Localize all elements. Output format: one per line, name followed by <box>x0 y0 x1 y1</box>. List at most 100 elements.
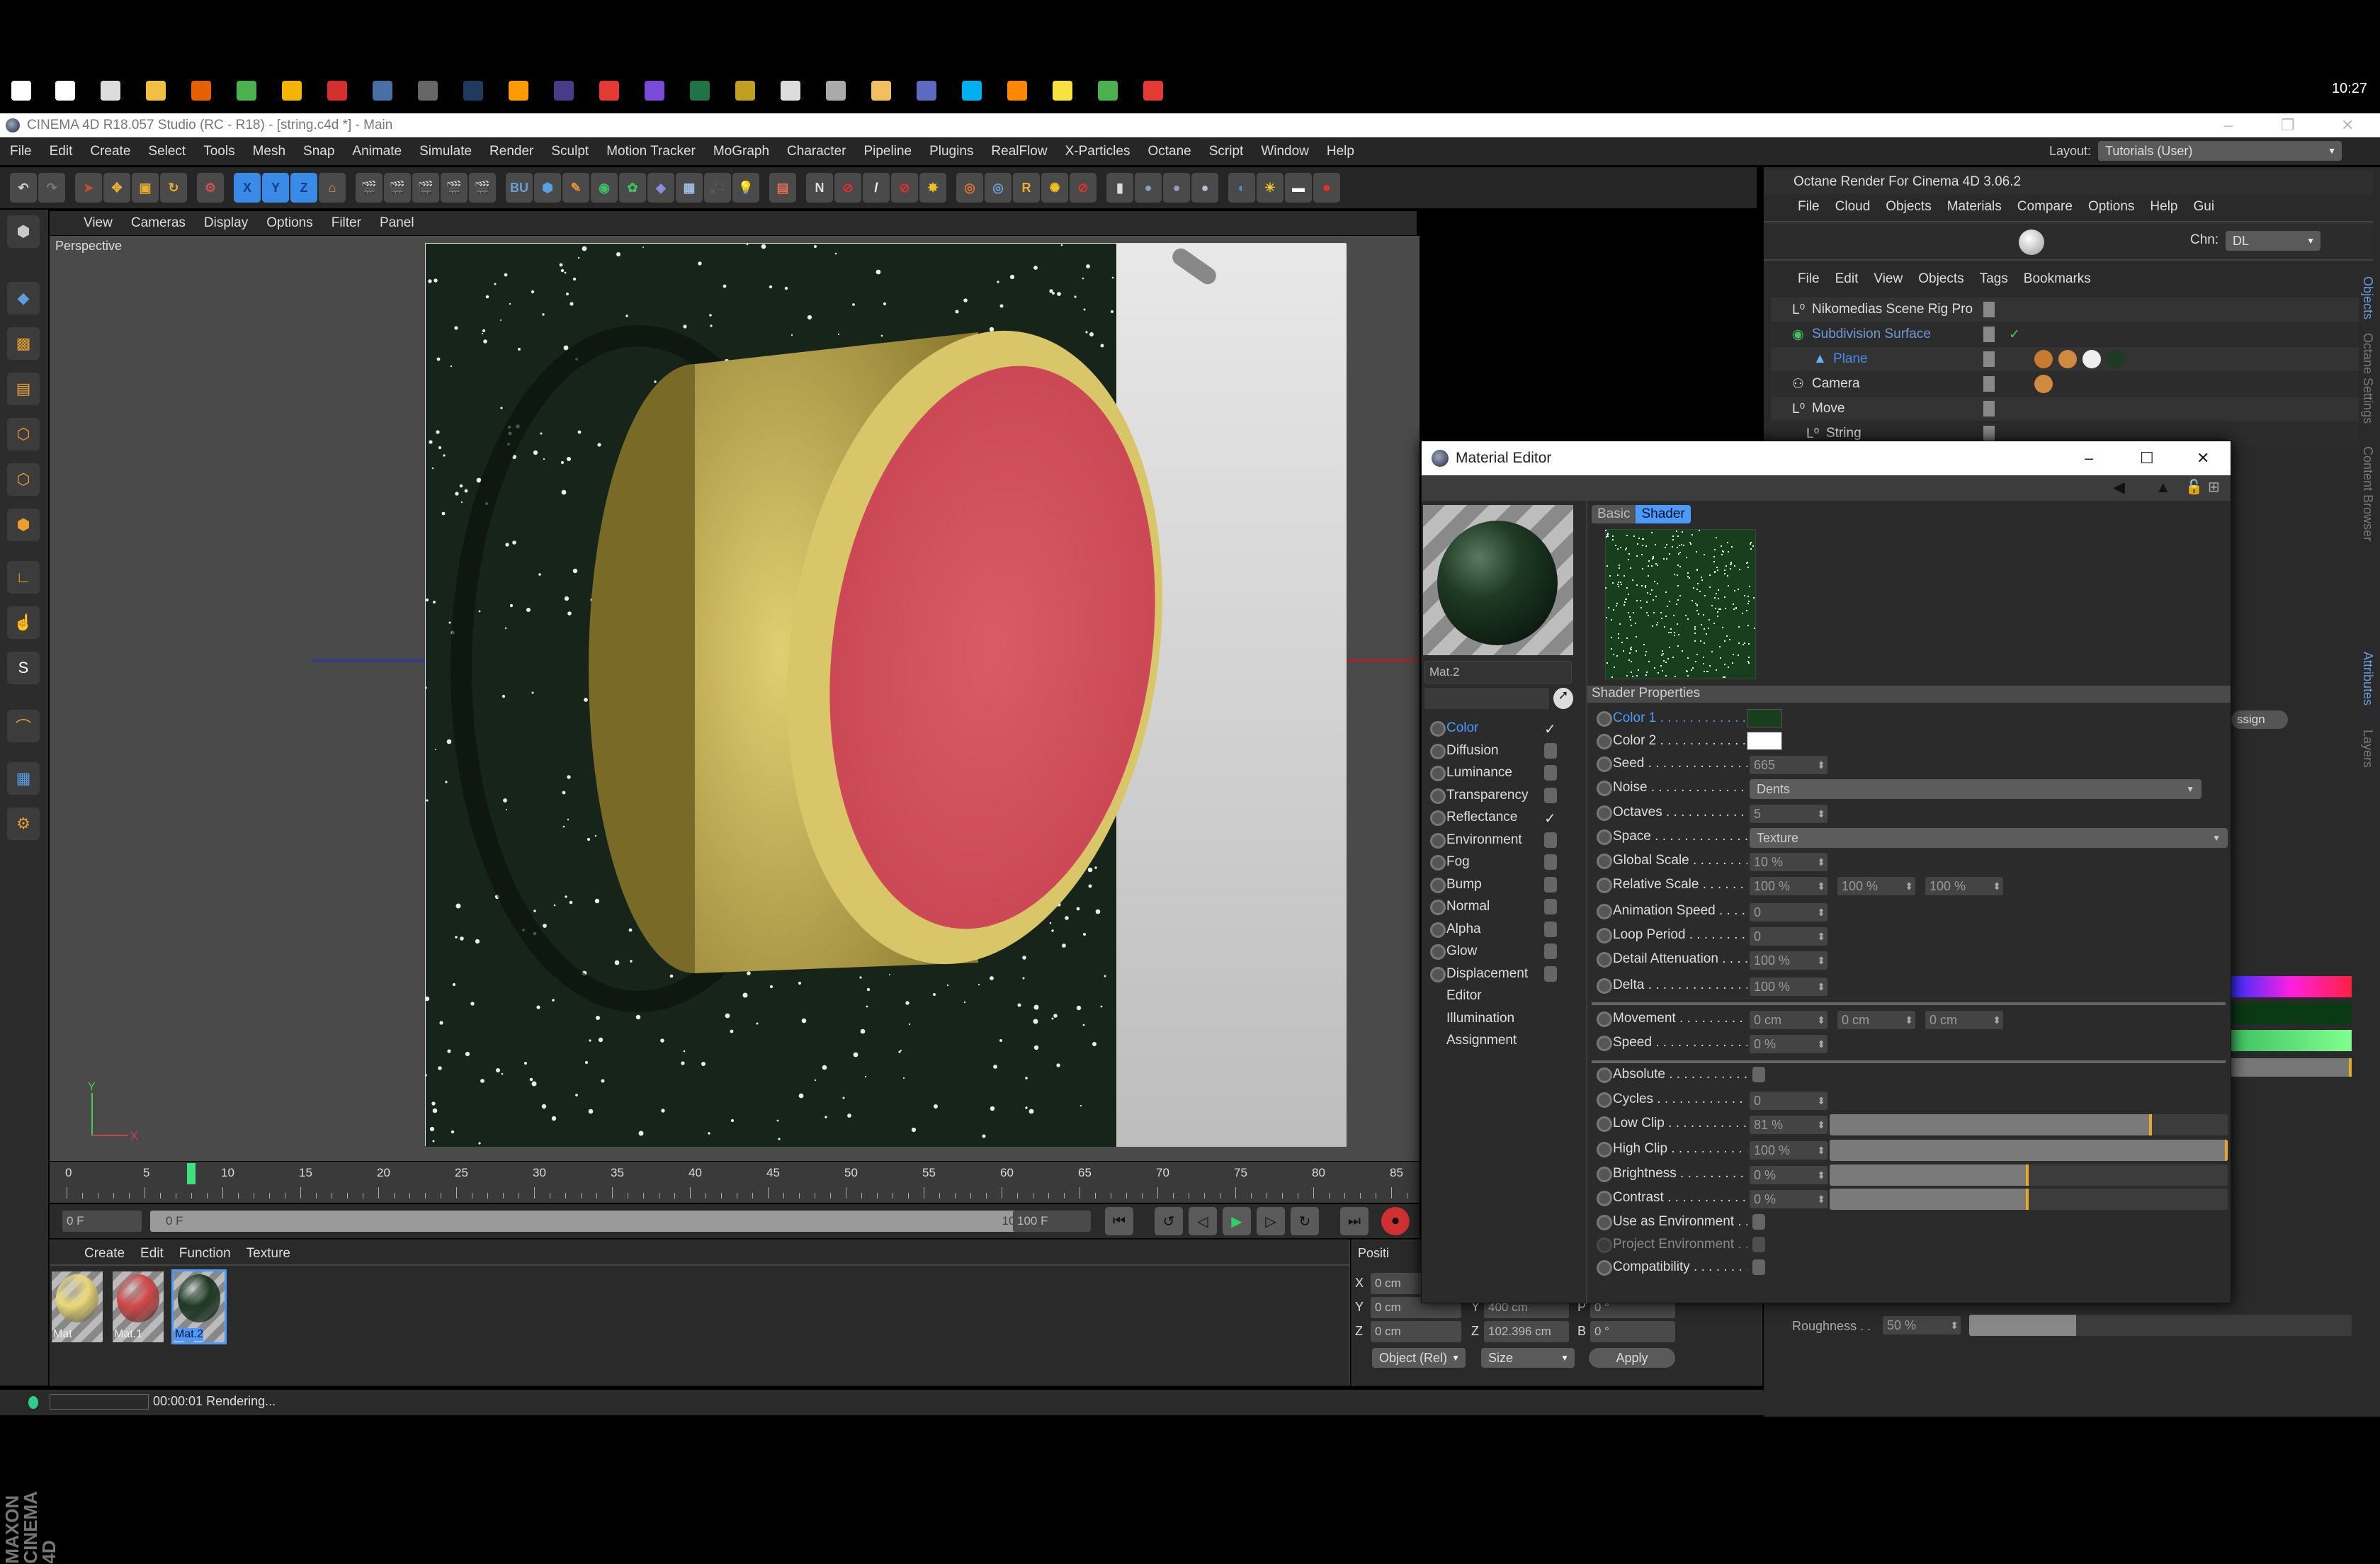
animate-radio[interactable] <box>1597 854 1612 869</box>
object-menu-objects[interactable]: Objects <box>1918 271 1964 287</box>
back-arrow-icon[interactable]: ◀ <box>2113 478 2125 497</box>
material-menu-texture[interactable]: Texture <box>246 1246 290 1264</box>
after-effects-icon[interactable] <box>554 81 574 101</box>
pen-icon[interactable]: ✎ <box>562 173 589 203</box>
channel-radio[interactable] <box>1430 922 1446 938</box>
object-row[interactable]: ▲ Plane <box>1771 347 2359 371</box>
channel-bump[interactable]: Bump <box>1446 877 1482 892</box>
channel-radio[interactable] <box>1430 966 1446 982</box>
channel-radio[interactable] <box>1430 855 1446 871</box>
animate-radio[interactable] <box>1597 1215 1612 1230</box>
channel-checkbox[interactable] <box>1544 921 1557 937</box>
octane-menu-cloud[interactable]: Cloud <box>1835 199 1871 215</box>
octane-r-icon[interactable]: R <box>1013 173 1040 203</box>
minimize-button[interactable]: – <box>2085 441 2093 475</box>
close-button[interactable]: ✕ <box>2341 113 2354 137</box>
relative-scale-field-1[interactable]: 100 % <box>1750 877 1828 895</box>
channel-checkbox[interactable] <box>1544 832 1557 848</box>
speed-field[interactable]: 0 % <box>1750 1035 1828 1053</box>
low-clip-field[interactable]: 81 % <box>1750 1116 1828 1134</box>
app-icon[interactable] <box>418 81 438 101</box>
recorder-icon[interactable] <box>1143 81 1163 101</box>
animate-radio[interactable] <box>1597 829 1612 845</box>
channel-checkbox[interactable]: ✓ <box>1544 810 1557 827</box>
x-axis-icon[interactable]: X <box>234 173 261 203</box>
channel-normal[interactable]: Normal <box>1446 899 1490 914</box>
edges-mode-icon[interactable]: ⬡ <box>7 463 40 496</box>
close-button[interactable]: ✕ <box>2197 441 2209 475</box>
side-tab-objects[interactable]: Objects <box>2360 276 2375 319</box>
channel-radio[interactable] <box>1430 944 1446 960</box>
record-keys-icon[interactable]: ⏺ <box>1381 1207 1410 1235</box>
menu-window[interactable]: Window <box>1261 144 1309 159</box>
channel-checkbox[interactable] <box>1544 944 1557 959</box>
viewport-menu-cameras[interactable]: Cameras <box>131 215 186 231</box>
animate-radio[interactable] <box>1597 1092 1612 1108</box>
menu-simulate[interactable]: Simulate <box>419 144 472 159</box>
animate-radio[interactable] <box>1597 978 1612 994</box>
position-z-field[interactable]: 0 cm <box>1371 1321 1461 1342</box>
side-tab-octane-settings[interactable]: Octane Settings <box>2360 333 2375 424</box>
menu-animate[interactable]: Animate <box>352 144 402 159</box>
maximize-button[interactable]: ❐ <box>2281 113 2295 137</box>
viewport-menu-options[interactable]: Options <box>266 215 312 231</box>
seed-field[interactable]: 665 <box>1750 756 1828 774</box>
steam-icon[interactable] <box>781 81 800 101</box>
disable-2-icon[interactable]: ⊘ <box>891 173 918 203</box>
material-thumbnail[interactable]: Mat.2 <box>171 1269 227 1344</box>
menu-snap[interactable]: Snap <box>303 144 334 159</box>
paint-icon[interactable] <box>871 81 891 101</box>
octane-light-icon[interactable]: ✺ <box>1041 173 1068 203</box>
timeline-ruler[interactable]: 0 5 10 15 20 25 30 35 40 45 50 55 60 65 70 75 80 85 <box>50 1162 1423 1203</box>
settings-app-icon[interactable] <box>826 81 846 101</box>
octane-menu-materials[interactable]: Materials <box>1947 199 2002 215</box>
firefox-icon[interactable] <box>191 81 211 101</box>
previous-frame-icon[interactable]: ◁ <box>1189 1207 1217 1235</box>
z-axis-icon[interactable]: Z <box>290 173 317 203</box>
edit-render-settings-icon[interactable]: 🎬 <box>412 173 439 203</box>
menu-help[interactable]: Help <box>1327 144 1354 159</box>
menu-plugins[interactable]: Plugins <box>929 144 973 159</box>
visibility-toggle-icon[interactable] <box>1983 302 1995 317</box>
dark-green-swatch[interactable] <box>2231 1003 2352 1024</box>
channel-checkbox[interactable] <box>1544 787 1557 803</box>
undo-icon[interactable]: ↶ <box>10 173 37 203</box>
octane-disable-icon[interactable]: ⊘ <box>1070 173 1096 203</box>
menu-character[interactable]: Character <box>787 144 846 159</box>
apply-button[interactable]: Apply <box>1589 1348 1675 1368</box>
start-frame-field[interactable]: 0 F <box>62 1211 142 1232</box>
channel-editor[interactable]: Editor <box>1446 988 1482 1004</box>
channel-checkbox[interactable] <box>1544 965 1557 982</box>
material-dropdown-field[interactable] <box>1424 688 1549 709</box>
interactive-render-icon[interactable]: 🎬 <box>469 173 496 203</box>
brightness-field[interactable]: 0 % <box>1750 1166 1828 1184</box>
deformer-icon[interactable]: ◆ <box>647 173 674 203</box>
disable-icon[interactable]: ⊘ <box>834 173 861 203</box>
snap-icon[interactable]: S <box>7 652 40 684</box>
channel-radio[interactable] <box>1430 832 1446 849</box>
octane-render-sphere-icon[interactable] <box>2019 230 2044 255</box>
go-to-start-icon[interactable]: ⏮ <box>1105 1207 1133 1235</box>
acrobat-icon[interactable] <box>327 81 347 101</box>
material-sphere-icon[interactable]: ● <box>1135 173 1162 203</box>
object-row[interactable]: L⁰ Move <box>1771 397 2359 421</box>
picture-viewer-icon[interactable]: ▤ <box>769 173 796 203</box>
animation-speed-field[interactable]: 0 <box>1750 903 1828 922</box>
movement-field-3[interactable]: 0 cm <box>1925 1011 2003 1029</box>
redo-icon[interactable]: ↷ <box>38 173 65 203</box>
octane-menu-options[interactable]: Options <box>2088 199 2134 215</box>
channel-radio[interactable] <box>1430 743 1446 759</box>
assign-button[interactable]: ssign <box>2231 710 2288 729</box>
menu-file[interactable]: File <box>10 144 32 159</box>
channel-radio[interactable] <box>1430 877 1446 893</box>
project-environment-checkbox[interactable] <box>1752 1237 1765 1252</box>
movement-field-2[interactable]: 0 cm <box>1837 1011 1915 1029</box>
visibility-toggle-icon[interactable] <box>1983 401 1995 416</box>
axis-mode-icon[interactable]: ∟ <box>7 561 40 594</box>
texture-mode-icon[interactable]: ▩ <box>7 327 40 360</box>
use-as-environment-checkbox[interactable] <box>1752 1214 1765 1230</box>
task-view-icon[interactable] <box>101 81 120 101</box>
material-menu-create[interactable]: Create <box>84 1246 125 1264</box>
material-menu-function[interactable]: Function <box>179 1246 231 1264</box>
channel-fog[interactable]: Fog <box>1446 854 1470 870</box>
